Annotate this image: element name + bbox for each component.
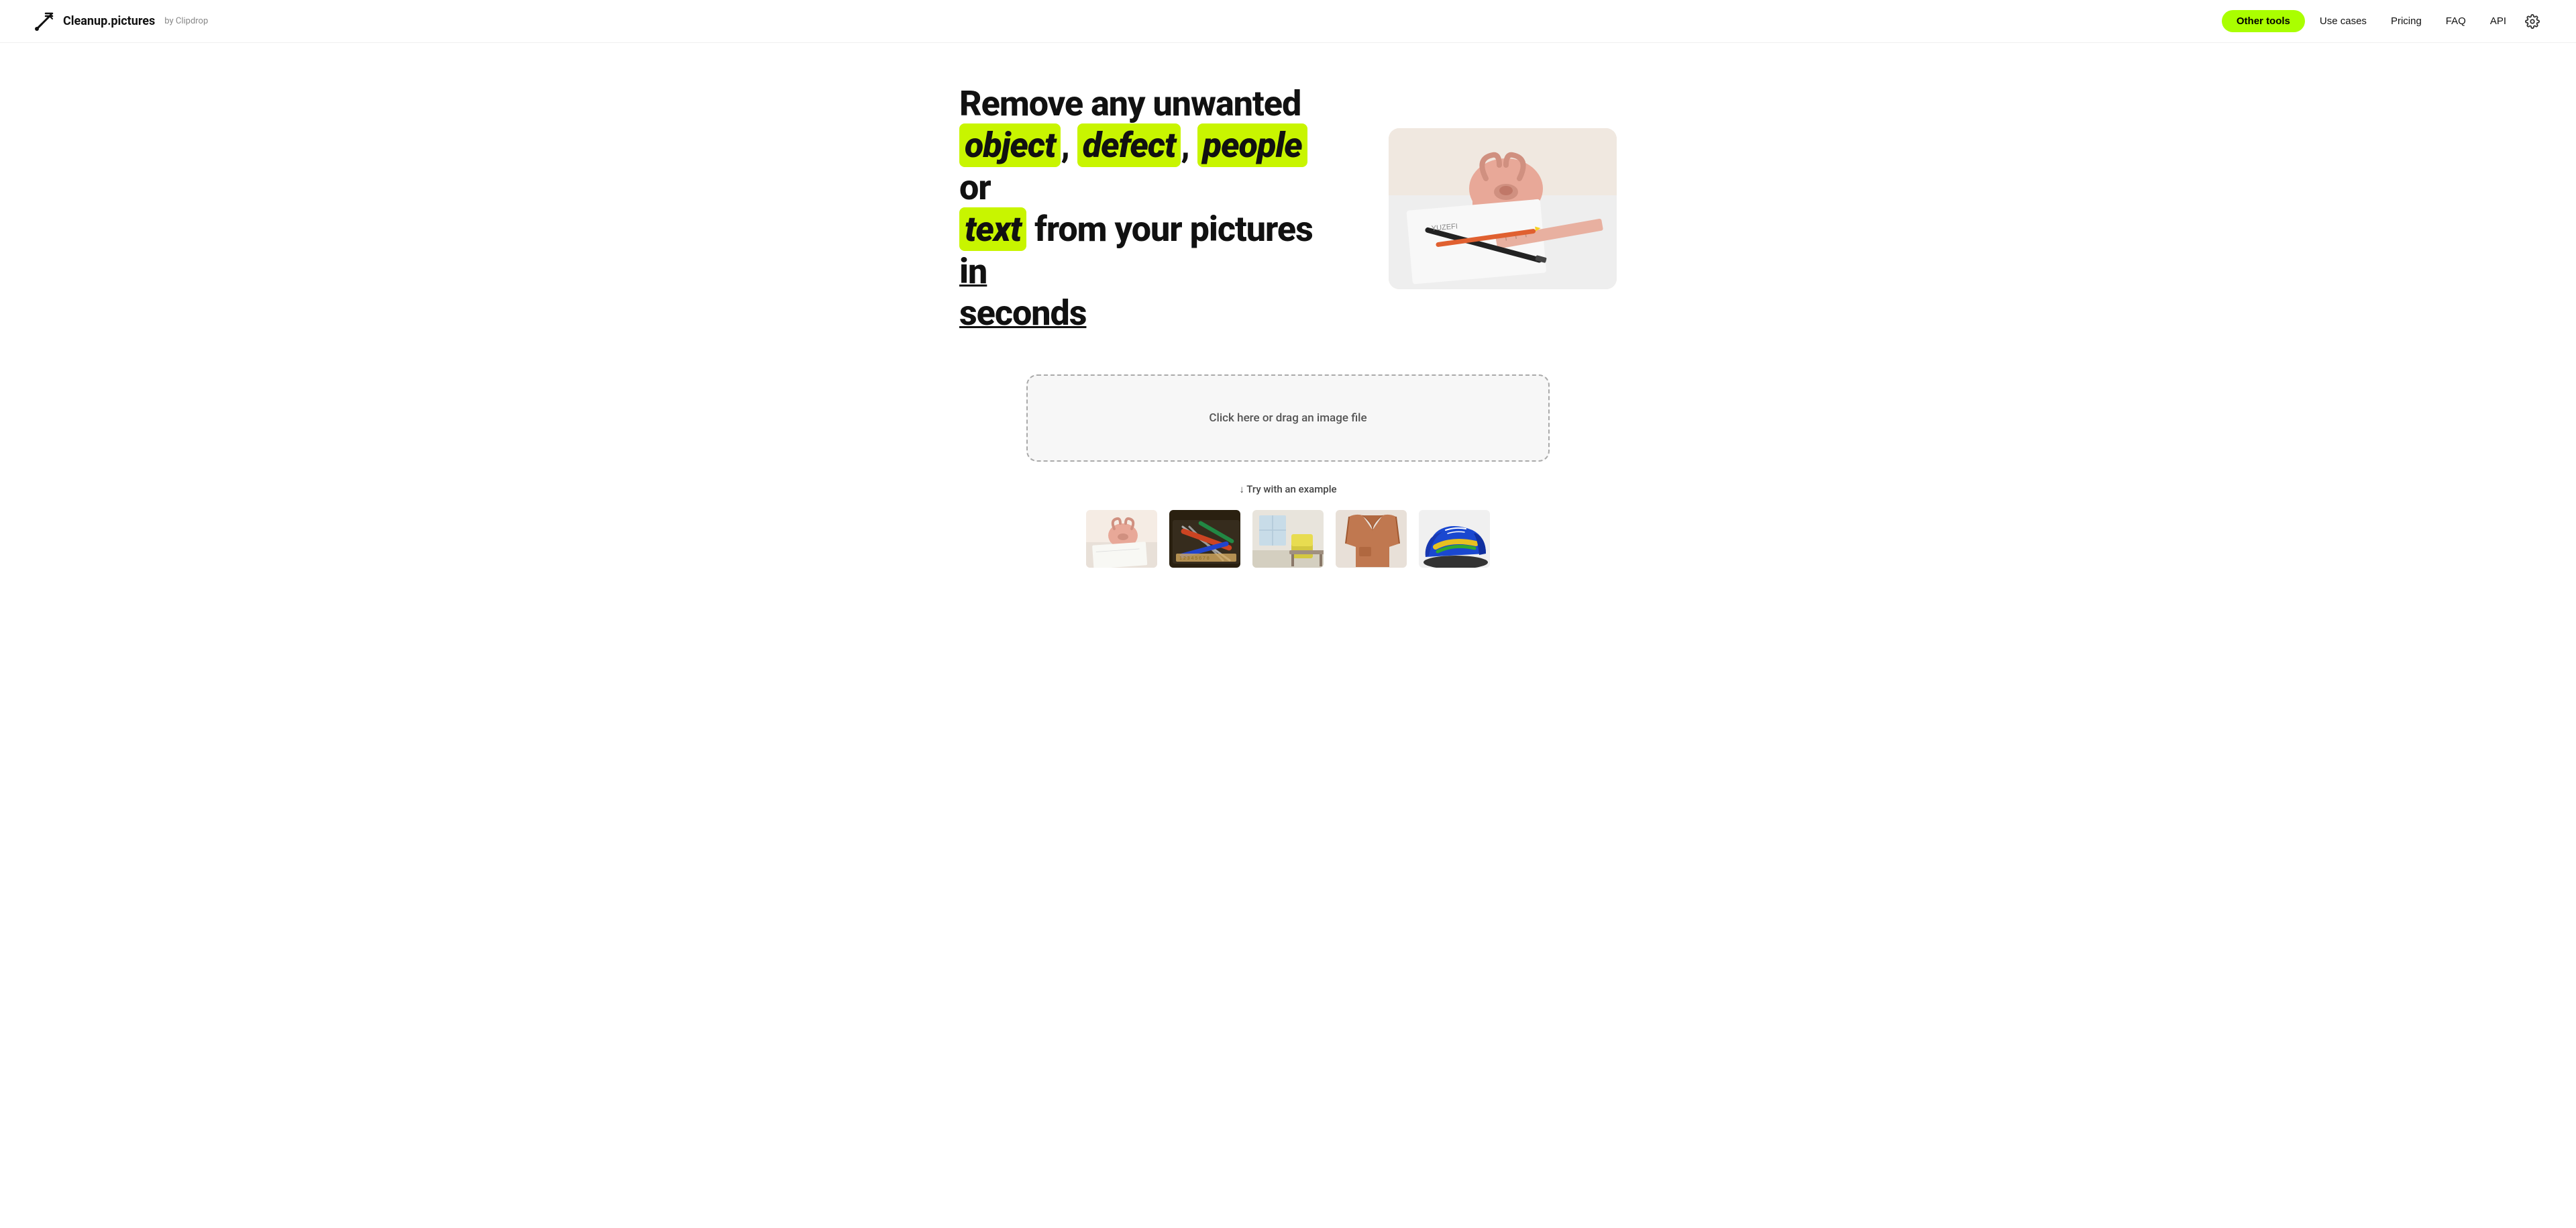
- example-thumb-5[interactable]: [1417, 509, 1491, 569]
- dropzone-label: Click here or drag an image file: [1209, 411, 1366, 425]
- thumb-3-svg: [1252, 510, 1325, 569]
- logo-by-text: by Clipdrop: [164, 16, 208, 26]
- comma-2: ,: [1181, 125, 1189, 166]
- svg-text:1 2 3 4 5 6 7 8: 1 2 3 4 5 6 7 8: [1179, 556, 1210, 561]
- pricing-button[interactable]: Pricing: [2381, 10, 2431, 32]
- example-thumb-4[interactable]: [1334, 509, 1408, 569]
- main-nav: Other tools Use cases Pricing FAQ API: [2222, 10, 2544, 33]
- example-thumb-1[interactable]: [1085, 509, 1159, 569]
- faq-button[interactable]: FAQ: [2436, 10, 2475, 32]
- logo-text: Cleanup.pictures: [63, 14, 155, 28]
- highlight-defect: defect: [1077, 123, 1181, 167]
- hero-section: Remove any unwanted object, defect, peop…: [851, 83, 1725, 334]
- try-label-text: ↓ Try with an example: [1239, 483, 1336, 495]
- try-label: ↓ Try with an example: [1239, 483, 1336, 495]
- dropzone[interactable]: Click here or drag an image file: [1026, 374, 1550, 462]
- or-text: or: [959, 167, 991, 208]
- try-example-section: ↓ Try with an example: [851, 483, 1725, 569]
- logo-area[interactable]: Cleanup.pictures by Clipdrop: [32, 9, 208, 34]
- thumb-5-svg: [1419, 510, 1491, 569]
- comma-1: ,: [1061, 125, 1069, 166]
- logo-icon: [32, 9, 56, 34]
- use-cases-button[interactable]: Use cases: [2310, 10, 2376, 32]
- example-thumbnails: 1 2 3 4 5 6 7 8: [1085, 509, 1491, 569]
- seconds-text: seconds: [959, 293, 1086, 334]
- heading-prefix: Remove any unwanted: [959, 83, 1301, 124]
- main-content: Remove any unwanted object, defect, peop…: [818, 43, 1758, 623]
- hero-text: Remove any unwanted object, defect, peop…: [959, 83, 1335, 334]
- other-tools-button[interactable]: Other tools: [2222, 10, 2305, 32]
- highlight-people: people: [1197, 123, 1307, 167]
- hero-heading: Remove any unwanted object, defect, peop…: [959, 83, 1335, 334]
- highlight-text: text: [959, 207, 1026, 251]
- settings-button[interactable]: [2521, 10, 2544, 33]
- in-text: in: [959, 251, 987, 292]
- from-text: from your pictures: [1034, 209, 1313, 250]
- example-thumb-3[interactable]: [1251, 509, 1325, 569]
- hero-image: YUZEFI: [1389, 128, 1617, 289]
- thumb-1-svg: [1086, 510, 1159, 569]
- gear-icon: [2525, 14, 2540, 29]
- hero-image-svg: YUZEFI: [1389, 128, 1617, 289]
- header: Cleanup.pictures by Clipdrop Other tools…: [0, 0, 2576, 43]
- dropzone-wrapper: Click here or drag an image file: [1026, 374, 1550, 462]
- api-button[interactable]: API: [2481, 10, 2516, 32]
- example-thumb-2[interactable]: 1 2 3 4 5 6 7 8: [1168, 509, 1242, 569]
- highlight-object: object: [959, 123, 1061, 167]
- thumb-4-svg: [1336, 510, 1408, 569]
- thumb-2-svg: 1 2 3 4 5 6 7 8: [1169, 510, 1242, 569]
